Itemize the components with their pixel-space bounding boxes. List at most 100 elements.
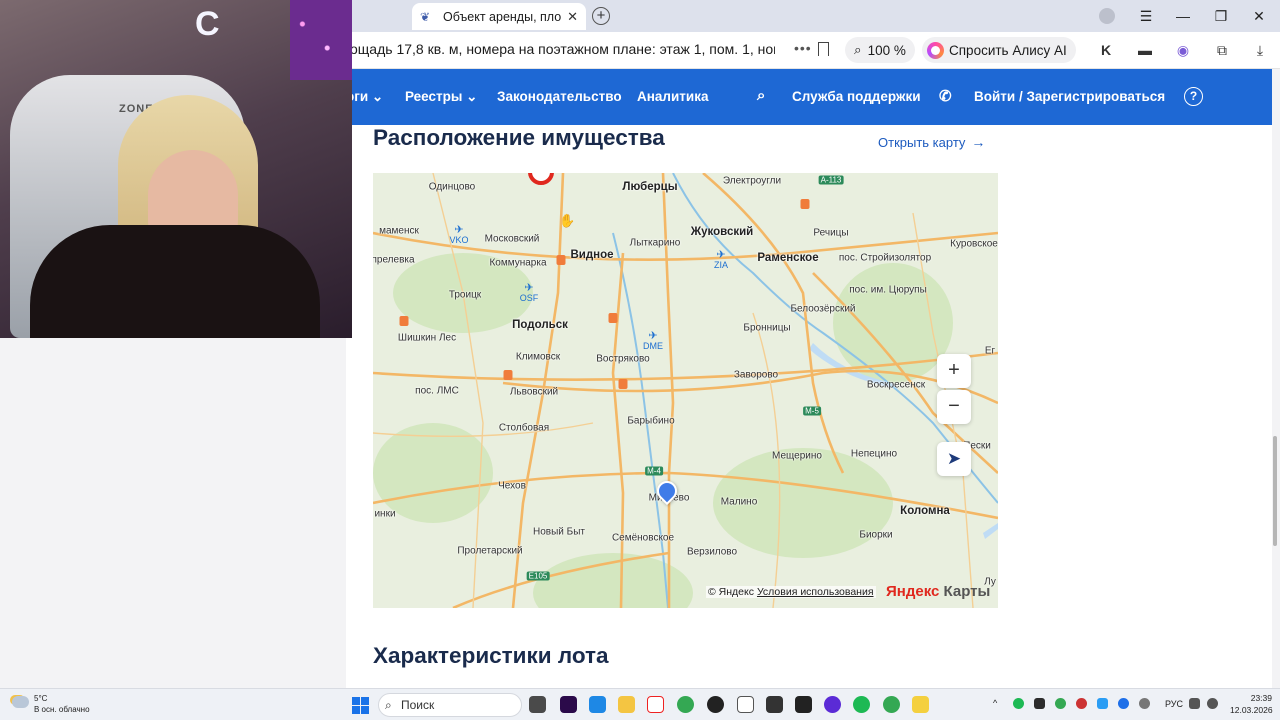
app-star-icon[interactable]: [795, 696, 812, 713]
map-label: Куровское: [950, 238, 998, 250]
tab-close-icon[interactable]: ✕: [567, 9, 578, 25]
map-label: Бронницы: [743, 322, 791, 334]
scrollbar-thumb[interactable]: [1273, 436, 1277, 546]
browser-menu-icon[interactable]: ☰: [1136, 8, 1156, 25]
road-sign: M-4: [645, 466, 663, 476]
app-shield-icon[interactable]: [737, 696, 754, 713]
login-link[interactable]: Войти / Зарегистрироваться: [974, 89, 1165, 104]
spotify-icon[interactable]: [853, 696, 870, 713]
nav-item-analytics[interactable]: Аналитика: [637, 89, 708, 104]
map-label: пос. Стройизолятор: [838, 252, 932, 264]
map-label: Воскресенск: [866, 379, 926, 391]
map-zoom-out-button[interactable]: −: [937, 390, 971, 424]
obs-icon[interactable]: [707, 696, 724, 713]
browser-tab-active[interactable]: ❦ Объект аренды, площ ✕: [412, 3, 586, 30]
network-icon[interactable]: [1189, 698, 1200, 709]
minimize-button[interactable]: —: [1173, 8, 1193, 24]
map-terms-link[interactable]: Условия использования: [757, 586, 874, 598]
map-label: Новый Быт: [533, 526, 585, 538]
app-lines-icon[interactable]: [766, 696, 783, 713]
extension-k-icon[interactable]: K: [1097, 41, 1115, 59]
map-label: пос. ЛМС: [415, 385, 459, 397]
weather-temp: 5°C: [34, 694, 48, 703]
extension-circle-icon[interactable]: ◉: [1174, 41, 1192, 59]
premiere-icon[interactable]: [560, 696, 577, 713]
photos-icon[interactable]: [589, 696, 606, 713]
map-label: Московский: [484, 233, 540, 245]
map-label: Шишкин Лес: [397, 332, 457, 344]
yandex-maps-logo[interactable]: Яндекс Карты: [886, 583, 990, 600]
map-label: Подольск: [512, 319, 568, 331]
airport-icon: ✈ ZIA: [713, 249, 729, 271]
restore-button[interactable]: ❐: [1211, 8, 1231, 25]
geolocation-arrow-icon[interactable]: ➤: [937, 442, 971, 476]
tray-obs-icon[interactable]: [1076, 698, 1087, 709]
windows-start-icon[interactable]: [352, 697, 369, 714]
nav-item-support[interactable]: Служба поддержки: [792, 89, 921, 104]
map-zoom-in-button[interactable]: +: [937, 354, 971, 388]
map-label: Белоозёрский: [790, 303, 856, 315]
tray-chevron-icon[interactable]: ^: [993, 698, 1004, 709]
zoom-magnifier-icon: ⌕: [854, 42, 862, 57]
microphone-icon[interactable]: [1139, 698, 1150, 709]
yandex-browser-icon[interactable]: [647, 696, 664, 713]
airport-icon: ✈ VKO: [449, 224, 469, 246]
close-window-button[interactable]: ✕: [1249, 8, 1269, 25]
site-emblem-icon: ❦: [420, 9, 431, 24]
map-label: Чехов: [498, 480, 526, 492]
extension-shield-icon[interactable]: ▬: [1136, 41, 1154, 59]
weather-widget[interactable]: 5°C В осн. облачно: [12, 693, 90, 715]
nav-item-legislation[interactable]: Законодательство: [497, 89, 622, 104]
ask-alice-button[interactable]: Спросить Алису AI: [922, 37, 1076, 63]
map-label: Малино: [720, 496, 758, 508]
road-sign: E105: [526, 571, 550, 581]
collections-icon[interactable]: ⧉: [1213, 41, 1231, 59]
open-map-link[interactable]: Открыть карту →: [878, 134, 985, 150]
yandex-map[interactable]: ✋ Одинцово Люберцы Электроугли Жуковский…: [373, 173, 998, 608]
search-label: Поиск: [401, 698, 435, 712]
task-view-icon[interactable]: [529, 696, 546, 713]
map-label: Речицы: [813, 227, 849, 239]
profile-avatar[interactable]: [1099, 8, 1115, 24]
search-icon[interactable]: ⌕: [757, 87, 765, 104]
app-lock-icon[interactable]: [912, 696, 929, 713]
taskbar-search[interactable]: ⌕ Поиск: [378, 693, 522, 717]
app-circle-icon[interactable]: [824, 696, 841, 713]
tray-app2-icon[interactable]: [1097, 698, 1108, 709]
section-title-lot: Характеристики лота: [373, 643, 609, 668]
bluetooth-icon[interactable]: [1118, 698, 1129, 709]
tab-title: Объект аренды, площ: [443, 9, 562, 24]
volume-icon[interactable]: [1207, 698, 1218, 709]
map-copyright: © Яндекс: [708, 586, 754, 598]
map-label: Троицк: [448, 289, 482, 301]
tray-spotify-icon[interactable]: [1013, 698, 1024, 709]
url-field[interactable]: ощадь 17,8 кв. м, номера на поэтажном пл…: [350, 41, 775, 57]
more-options-icon[interactable]: •••: [794, 40, 812, 56]
map-label: Семёновское: [611, 532, 675, 544]
map-attribution: © Яндекс Условия использования: [706, 586, 876, 598]
system-clock[interactable]: 23:39 12.03.2026: [1230, 692, 1273, 716]
zoom-indicator[interactable]: ⌕ 100 %: [845, 37, 915, 63]
bookmark-icon[interactable]: [818, 42, 829, 56]
map-label: Львовский: [509, 386, 559, 398]
file-explorer-icon[interactable]: [618, 696, 635, 713]
tray-app-icon[interactable]: [1034, 698, 1045, 709]
new-tab-button[interactable]: +: [592, 7, 610, 25]
language-indicator[interactable]: РУС: [1165, 699, 1183, 709]
clock-time: 23:39: [1250, 693, 1272, 703]
webcam-overlay: C ZONE 51: [0, 0, 352, 338]
nav-item-registries[interactable]: Реестры ⌄: [405, 89, 477, 105]
map-label: Верзилово: [686, 546, 738, 558]
chrome-icon[interactable]: [677, 696, 694, 713]
chrome-icon-2[interactable]: [883, 696, 900, 713]
map-label: Мещерино: [772, 450, 822, 462]
map-label: пос. им. Цюрупы: [849, 284, 927, 296]
fuel-station-icon: [800, 199, 810, 209]
help-icon[interactable]: ?: [1184, 87, 1203, 106]
phone-icon[interactable]: ✆: [939, 87, 952, 105]
tray-chrome-icon[interactable]: [1055, 698, 1066, 709]
map-label: Пролетарский: [457, 545, 523, 557]
downloads-icon[interactable]: ⤓: [1251, 41, 1269, 59]
road-sign: A-113: [818, 175, 844, 185]
map-label: Непецино: [850, 448, 898, 460]
